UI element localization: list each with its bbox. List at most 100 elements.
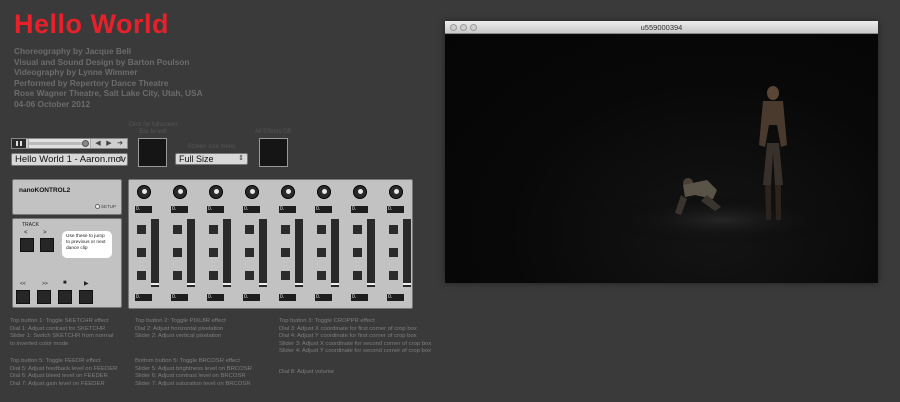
slider-value: 0. — [243, 294, 260, 301]
solo-button[interactable] — [389, 225, 398, 234]
mute-button[interactable] — [137, 248, 146, 257]
fullscreen-caption-line: Esc to exit — [139, 129, 167, 135]
solo-button[interactable] — [353, 225, 362, 234]
mute-button[interactable] — [353, 248, 362, 257]
credit-line: Visual and Sound Design by Barton Poulso… — [14, 56, 190, 67]
help-line: Slider 5: Adjust brightness level on BRC… — [135, 365, 252, 372]
slider-value: 0. — [207, 294, 224, 301]
video-frame[interactable] — [445, 35, 878, 283]
dial-knob-icon[interactable] — [209, 185, 223, 199]
dial-knob-icon[interactable] — [281, 185, 295, 199]
mute-button[interactable] — [281, 248, 290, 257]
stop-button[interactable] — [58, 290, 72, 304]
track-next-button[interactable] — [40, 238, 54, 252]
mute-button[interactable] — [317, 248, 326, 257]
mute-button[interactable] — [173, 248, 182, 257]
all-effects-off-button[interactable] — [259, 138, 288, 167]
chevron-updown-icon: ⇕ — [118, 156, 124, 163]
file-select[interactable]: Hello World 1 - Aaron.mov ⇕ — [11, 153, 128, 166]
play-button[interactable] — [79, 290, 93, 304]
size-menu-caption: Screen size menu — [187, 144, 236, 150]
dial-knob-icon[interactable] — [245, 185, 259, 199]
solo-button[interactable] — [137, 225, 146, 234]
screen-size-select[interactable]: Full Size ⇕ — [175, 153, 248, 165]
fader-handle[interactable] — [259, 283, 267, 285]
scrub-handle[interactable] — [82, 140, 90, 147]
setup-button[interactable]: SETUP — [94, 204, 116, 210]
fullscreen-button[interactable] — [138, 138, 167, 167]
fader-slider[interactable] — [151, 219, 159, 287]
scrub-bar[interactable] — [28, 139, 91, 148]
solo-button[interactable] — [173, 225, 182, 234]
fader-slider[interactable] — [187, 219, 195, 287]
fader-slider[interactable] — [403, 219, 411, 287]
video-titlebar[interactable]: u559000394 — [445, 21, 878, 34]
channel-strip: 0. 0. — [171, 180, 201, 308]
fader-slider[interactable] — [295, 219, 303, 287]
screen-size-value: Full Size — [179, 154, 214, 164]
dial-knob-icon[interactable] — [353, 185, 367, 199]
record-button[interactable] — [137, 271, 146, 280]
record-button[interactable] — [389, 271, 398, 280]
dial-knob-icon[interactable] — [173, 185, 187, 199]
slider-value: 0. — [315, 294, 332, 301]
dial-knob-icon[interactable] — [389, 185, 403, 199]
record-button[interactable] — [353, 271, 362, 280]
help-block: Top button 3: Toggle CROPPR effect Dial … — [279, 318, 431, 356]
rewind-button[interactable] — [16, 290, 30, 304]
record-button[interactable] — [209, 271, 218, 280]
fader-handle[interactable] — [403, 283, 411, 285]
dance-video-image — [590, 86, 830, 245]
nanokontrol-header: nanoKONTROL2 SETUP — [12, 179, 122, 215]
record-button[interactable] — [245, 271, 254, 280]
fast-forward-button[interactable] — [37, 290, 51, 304]
help-line: Top button 1: Toggle SKETCHR effect — [10, 318, 109, 324]
nanokontrol-channels: 0. 0. 0. 0. 0. 0. 0. 0. 0. 0. 0. 0. 0. 0. 0. 0. — [128, 179, 413, 309]
fader-handle[interactable] — [187, 283, 195, 285]
fast-forward-label: >> — [42, 281, 48, 287]
forward-arrow-icon[interactable]: ➜ — [114, 139, 126, 148]
solo-button[interactable] — [317, 225, 326, 234]
pause-button[interactable] — [12, 139, 26, 148]
dial-knob-icon[interactable] — [317, 185, 331, 199]
mute-button[interactable] — [209, 248, 218, 257]
help-line: Slider 3: Adjust X coordinate for second… — [279, 340, 432, 347]
solo-button[interactable] — [281, 225, 290, 234]
channel-strip: 0. 0. — [207, 180, 237, 308]
solo-button[interactable] — [209, 225, 218, 234]
fader-handle[interactable] — [367, 283, 375, 285]
fader-slider[interactable] — [259, 219, 267, 287]
dial-value: 0. — [243, 206, 260, 213]
chevron-updown-icon: ⇕ — [238, 155, 244, 162]
help-line: Dial 7: Adjust gain level on FEEDER — [10, 380, 105, 387]
solo-button[interactable] — [245, 225, 254, 234]
page-title: Hello World — [14, 9, 170, 39]
mute-button[interactable] — [389, 248, 398, 257]
fader-handle[interactable] — [151, 283, 159, 285]
track-tooltip: Use these to jump to previous or next da… — [61, 231, 112, 258]
fader-slider[interactable] — [223, 219, 231, 287]
track-prev-button[interactable] — [20, 238, 34, 252]
dial-value: 0. — [207, 206, 224, 213]
dial-knob-icon[interactable] — [137, 185, 151, 199]
fader-slider[interactable] — [367, 219, 375, 287]
setup-indicator-icon — [94, 204, 100, 210]
fader-handle[interactable] — [331, 283, 339, 285]
scrub-progress — [29, 142, 89, 145]
mute-button[interactable] — [245, 248, 254, 257]
record-button[interactable] — [317, 271, 326, 280]
credit-line: Videography by Lynne Wimmer — [14, 67, 138, 78]
fader-slider[interactable] — [331, 219, 339, 287]
next-label: > — [43, 230, 47, 236]
video-window: u559000394 — [445, 21, 878, 283]
record-button[interactable] — [173, 271, 182, 280]
nanokontrol-title: nanoKONTROL2 — [19, 187, 71, 194]
help-line: Top button 2: Toggle PIXL8R effect — [135, 318, 226, 324]
help-line: Top button 5: Toggle FEEDR effect — [10, 358, 101, 364]
record-button[interactable] — [281, 271, 290, 280]
slider-value: 0. — [279, 294, 296, 301]
fader-handle[interactable] — [223, 283, 231, 285]
fader-handle[interactable] — [295, 283, 303, 285]
file-select-value: Hello World 1 - Aaron.mov — [15, 154, 126, 165]
help-line: to inverted color mode — [10, 340, 69, 347]
